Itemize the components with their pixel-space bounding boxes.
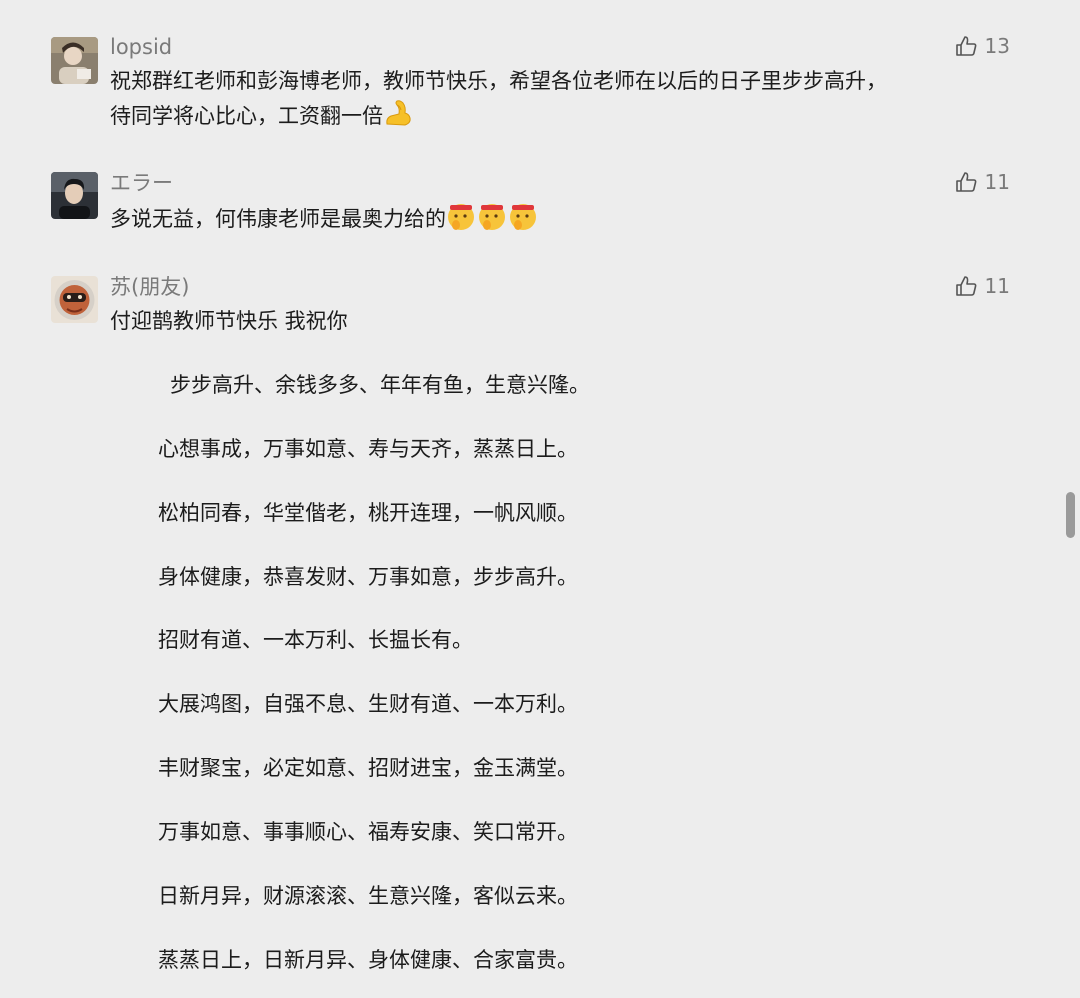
- thumbs-up-icon: [955, 171, 977, 193]
- comment-text: 付迎鹊教师节快乐 我祝你: [110, 305, 348, 338]
- username[interactable]: エラー: [110, 170, 173, 196]
- comment-line: 祝郑群红老师和彭海博老师，教师节快乐，希望各位老师在以后的日子里步步高升，: [110, 69, 887, 93]
- comment-line-text: 多说无益，何伟康老师是最奥力给的: [110, 207, 446, 231]
- like-button[interactable]: 11: [955, 274, 1010, 298]
- poem-line: 日新月异，财源滚滚、生意兴隆，客似云来。: [158, 884, 578, 908]
- comment-line: 待同学将心比心，工资翻一倍: [110, 98, 887, 138]
- poem-line: 大展鸿图，自强不息、生财有道、一本万利。: [158, 692, 578, 716]
- comment-line: 付迎鹊教师节快乐 我祝你: [110, 309, 348, 333]
- scrollbar-thumb[interactable]: [1066, 492, 1075, 538]
- avatar[interactable]: [51, 172, 98, 219]
- comment-list: lopsid 13 祝郑群红老师和彭海博老师，教师节快乐，希望各位老师在以后的日…: [0, 0, 1080, 998]
- like-count: 11: [984, 274, 1010, 298]
- comment-text: 祝郑群红老师和彭海博老师，教师节快乐，希望各位老师在以后的日子里步步高升， 待同…: [110, 65, 887, 138]
- poem-line: 丰财聚宝，必定如意、招财进宝，金玉满堂。: [158, 756, 578, 780]
- shushing-face-icon: [446, 201, 539, 241]
- like-button[interactable]: 13: [955, 34, 1010, 58]
- poem-line: 蒸蒸日上，日新月异、身体健康、合家富贵。: [158, 948, 578, 972]
- poem-line: 步步高升、余钱多多、年年有鱼，生意兴隆。: [170, 373, 590, 397]
- thumbs-up-icon: [955, 35, 977, 57]
- poem-line: 松柏同春，华堂偕老，桃开连理，一帆风顺。: [158, 501, 578, 525]
- poem-line: 心想事成，万事如意、寿与天齐，蒸蒸日上。: [158, 437, 578, 461]
- poem-line: 招财有道、一本万利、长揾长有。: [158, 628, 473, 652]
- username[interactable]: 苏(朋友): [110, 274, 189, 300]
- comment-line-text: 待同学将心比心，工资翻一倍: [110, 104, 383, 128]
- avatar[interactable]: [51, 37, 98, 84]
- poem-line: 万事如意、事事顺心、福寿安康、笑口常开。: [158, 820, 578, 844]
- like-count: 13: [984, 34, 1010, 58]
- poem-line: 身体健康，恭喜发财、万事如意，步步高升。: [158, 565, 578, 589]
- thumbs-up-icon: [955, 275, 977, 297]
- comment-text: 多说无益，何伟康老师是最奥力给的: [110, 201, 539, 241]
- avatar[interactable]: [51, 276, 98, 323]
- username[interactable]: lopsid: [110, 34, 172, 60]
- comment-line: 多说无益，何伟康老师是最奥力给的: [110, 201, 539, 241]
- like-button[interactable]: 11: [955, 170, 1010, 194]
- like-count: 11: [984, 170, 1010, 194]
- flexed-biceps-icon: [383, 98, 413, 138]
